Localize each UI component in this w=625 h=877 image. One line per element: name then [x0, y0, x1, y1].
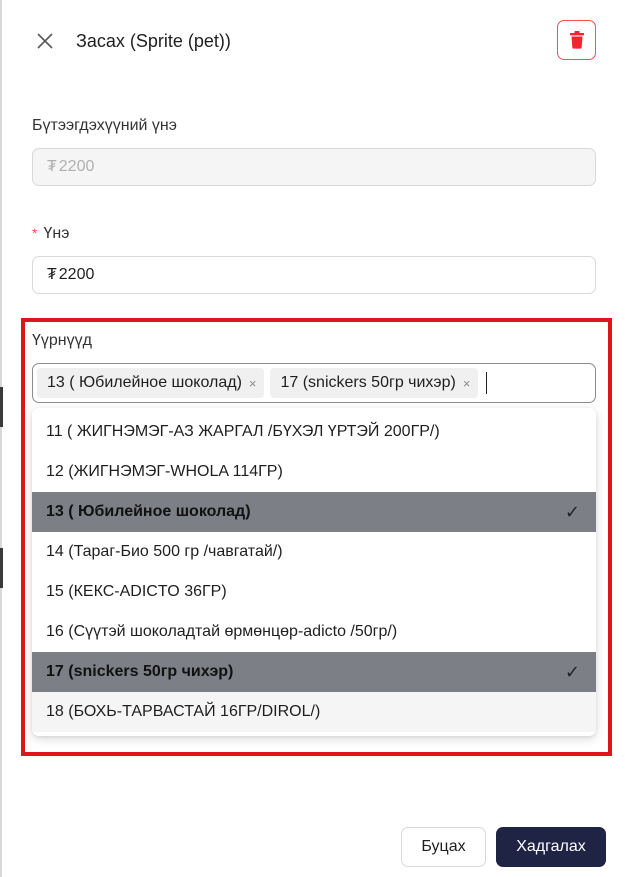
cost-price-value: 2200 — [58, 158, 95, 175]
tag-label: 17 (snickers 50гр чихэр) — [280, 374, 456, 391]
background-fragment — [0, 387, 3, 427]
currency-prefix: ₮ — [47, 266, 57, 283]
text-cursor — [486, 372, 488, 394]
required-mark: * — [32, 225, 38, 241]
check-icon: ✓ — [564, 661, 580, 682]
dropdown-option[interactable]: 14 (Тараг-Био 500 гр /чавгатай/) — [32, 532, 596, 572]
drawer-title: Засах (Sprite (pet)) — [76, 31, 231, 51]
selected-tag: 17 (snickers 50гр чихэр) × — [270, 368, 479, 398]
cost-price-label: Бүтээгдэхүүний үнэ — [32, 117, 177, 134]
check-icon: ✓ — [564, 501, 580, 522]
delete-button[interactable] — [557, 20, 596, 60]
tag-label: 13 ( Юбилейное шоколад) — [47, 374, 242, 391]
tags-label: Үүрнүүд — [32, 332, 92, 349]
option-label: 13 ( Юбилейное шоколад) — [46, 503, 251, 520]
option-label: 14 (Тараг-Био 500 гр /чавгатай/) — [46, 543, 283, 560]
cost-price-input: ₮ 2200 — [32, 148, 596, 186]
option-label: 12 (ЖИГНЭМЭГ-WHOLA 114ГР) — [46, 463, 283, 480]
drawer-left-edge — [0, 0, 2, 877]
dropdown-option-selected[interactable]: 17 (snickers 50гр чихэр) ✓ — [32, 652, 596, 692]
dropdown-option[interactable]: 11 ( ЖИГНЭМЭГ-АЗ ЖАРГАЛ /БҮХЭЛ ҮРТЭЙ 200… — [32, 412, 596, 452]
dropdown-option[interactable]: 16 (Сүүтэй шоколадтай өрмөнцөр-adicto /5… — [32, 612, 596, 652]
price-label-text: Үнэ — [43, 225, 70, 242]
option-label: 16 (Сүүтэй шоколадтай өрмөнцөр-adicto /5… — [46, 623, 398, 640]
remove-tag-icon[interactable]: × — [249, 377, 257, 390]
dropdown-option[interactable]: 12 (ЖИГНЭМЭГ-WHOLA 114ГР) — [32, 452, 596, 492]
dropdown-option-selected[interactable]: 13 ( Юбилейное шоколад) ✓ — [32, 492, 596, 532]
price-input[interactable]: ₮ 2200 — [32, 256, 596, 294]
close-icon — [37, 33, 53, 49]
back-button[interactable]: Буцах — [401, 827, 486, 867]
dropdown-option[interactable]: 15 (КЕКС-ADICTO 36ГР) — [32, 572, 596, 612]
dropdown-option[interactable]: 18 (БОХЬ-ТАРВАСТАЙ 16ГР/DIROL/) — [32, 692, 596, 732]
price-value: 2200 — [58, 266, 95, 283]
option-label: 11 ( ЖИГНЭМЭГ-АЗ ЖАРГАЛ /БҮХЭЛ ҮРТЭЙ 200… — [46, 423, 440, 440]
close-button[interactable] — [33, 29, 57, 53]
option-label: 17 (snickers 50гр чихэр) — [46, 663, 234, 680]
tags-multiselect[interactable]: 13 ( Юбилейное шоколад) × 17 (snickers 5… — [32, 363, 596, 403]
remove-tag-icon[interactable]: × — [463, 377, 471, 390]
trash-icon — [569, 31, 584, 49]
option-label: 15 (КЕКС-ADICTO 36ГР) — [46, 583, 227, 600]
edit-drawer: Засах (Sprite (pet)) Бүтээгдэхүүний үнэ … — [0, 0, 625, 877]
background-fragment — [0, 548, 3, 588]
price-label: * Үнэ — [32, 223, 69, 244]
save-button[interactable]: Хадгалах — [496, 827, 606, 867]
option-label: 18 (БОХЬ-ТАРВАСТАЙ 16ГР/DIROL/) — [46, 703, 321, 720]
selected-tag: 13 ( Юбилейное шоколад) × — [37, 368, 265, 398]
tags-dropdown: 11 ( ЖИГНЭМЭГ-АЗ ЖАРГАЛ /БҮХЭЛ ҮРТЭЙ 200… — [32, 408, 596, 736]
currency-prefix: ₮ — [47, 158, 57, 175]
